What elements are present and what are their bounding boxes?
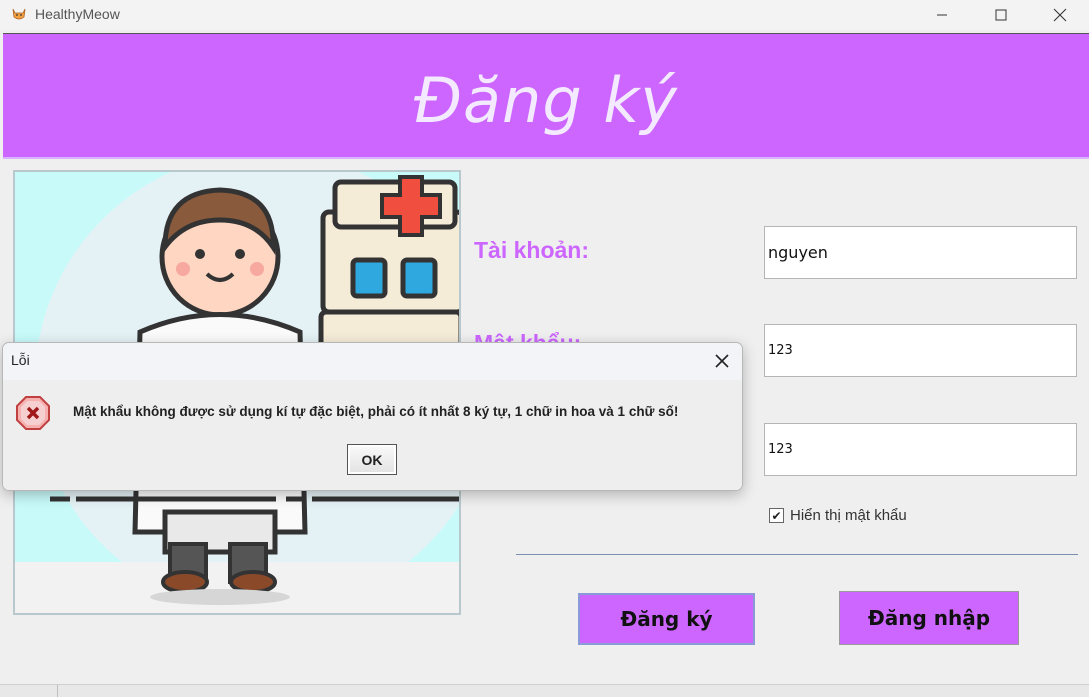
- confirm-password-value: 123: [768, 442, 793, 457]
- ok-button[interactable]: OK: [347, 444, 397, 475]
- show-password-row[interactable]: ✔ Hiển thị mật khẩu: [769, 507, 907, 524]
- cat-icon: [12, 8, 26, 20]
- form-separator: [516, 554, 1078, 555]
- status-strip: [0, 684, 1089, 697]
- login-button[interactable]: Đăng nhập: [839, 591, 1019, 645]
- account-label: Tài khoản:: [474, 237, 590, 263]
- error-dialog: Lỗi Mật khẩu không được sử dụng kí tự đặ…: [2, 342, 743, 491]
- minimize-button[interactable]: [919, 0, 965, 30]
- account-value: nguyen: [768, 243, 828, 262]
- page-title: Đăng ký: [414, 64, 678, 137]
- close-button[interactable]: [1037, 0, 1083, 30]
- dialog-title: Lỗi: [11, 352, 30, 368]
- title-bar: HealthyMeow: [0, 0, 1089, 30]
- password-value: 123: [768, 343, 793, 358]
- window-title: HealthyMeow: [35, 6, 120, 22]
- show-password-label: Hiển thị mật khẩu: [790, 507, 907, 524]
- confirm-password-input[interactable]: 123: [764, 423, 1077, 476]
- dialog-title-bar: Lỗi: [3, 343, 742, 380]
- close-icon: [1053, 8, 1067, 22]
- maximize-button[interactable]: [978, 0, 1024, 30]
- register-button[interactable]: Đăng ký: [578, 593, 755, 645]
- account-input[interactable]: nguyen: [764, 226, 1077, 279]
- show-password-checkbox[interactable]: ✔: [769, 508, 784, 523]
- header-divider: [3, 157, 1089, 159]
- error-icon: [16, 396, 50, 430]
- minimize-icon: [937, 14, 947, 16]
- dialog-body: Mật khẩu không được sử dụng kí tự đặc bi…: [3, 380, 742, 490]
- password-input[interactable]: 123: [764, 324, 1077, 377]
- dialog-message: Mật khẩu không được sử dụng kí tự đặc bi…: [73, 404, 679, 419]
- app-window: HealthyMeow Đăng ký Tài khoản: nguyen 12…: [0, 0, 1089, 697]
- dialog-close-icon[interactable]: [712, 351, 732, 371]
- header-banner: Đăng ký: [3, 33, 1089, 157]
- checkmark-icon: ✔: [771, 508, 782, 523]
- maximize-icon: [995, 9, 1007, 21]
